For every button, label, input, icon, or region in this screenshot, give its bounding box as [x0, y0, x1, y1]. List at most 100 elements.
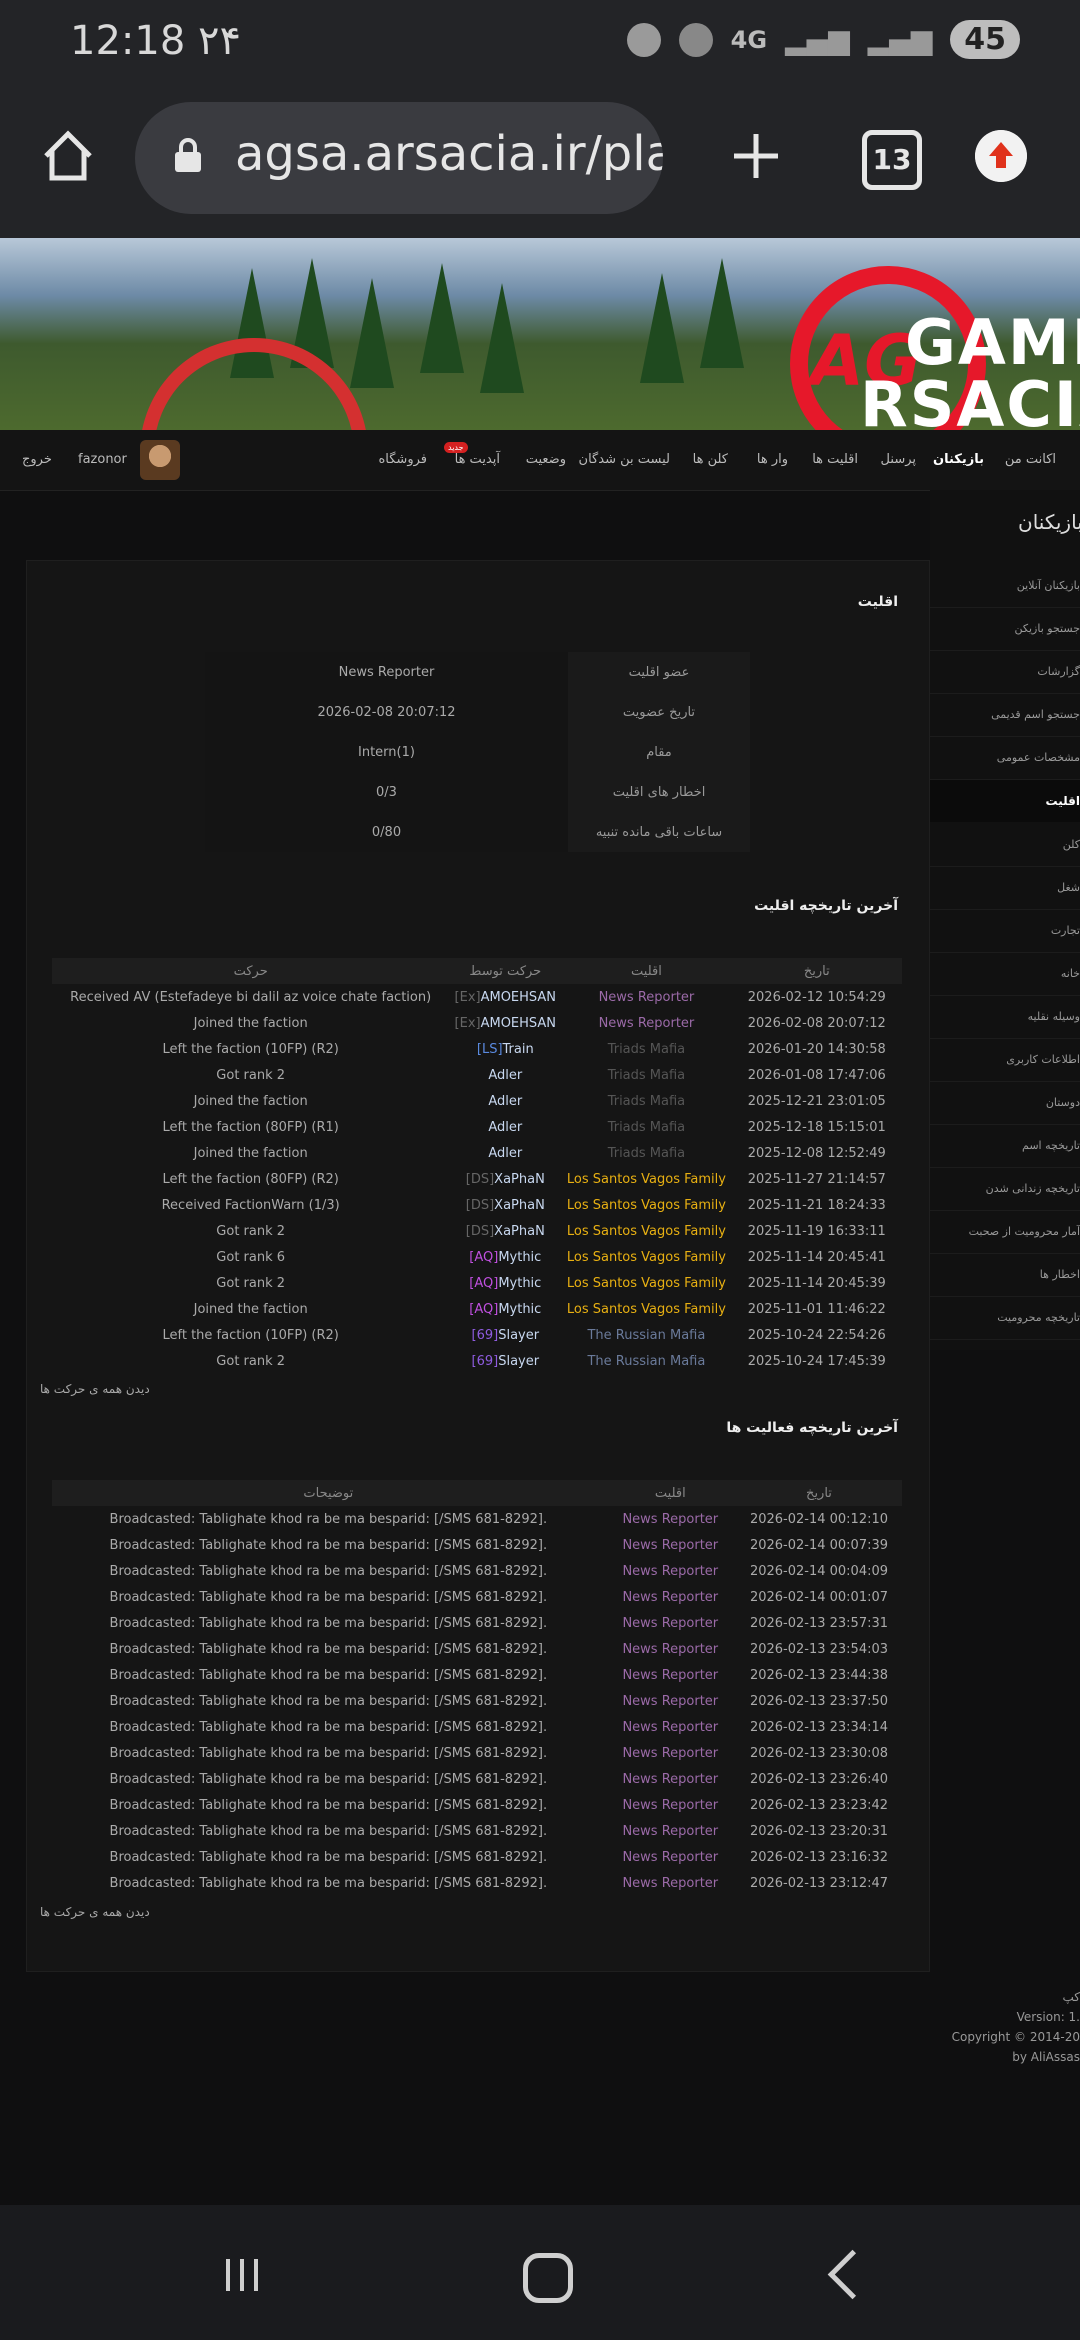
- history-by-name[interactable]: AMOEHSAN: [481, 1016, 556, 1031]
- history-by-name[interactable]: XaPhaN: [494, 1224, 545, 1239]
- address-bar[interactable]: agsa.arsacia.ir/playe: [135, 102, 663, 214]
- history-faction[interactable]: Los Santos Vagos Family: [561, 1166, 731, 1192]
- history-by-name[interactable]: Mythic: [498, 1276, 541, 1291]
- activity-faction[interactable]: News Reporter: [605, 1870, 736, 1896]
- history-faction[interactable]: The Russian Mafia: [561, 1322, 731, 1348]
- history-faction[interactable]: Triads Mafia: [561, 1088, 731, 1114]
- nav-logout[interactable]: خروج: [22, 452, 52, 467]
- nav-updates[interactable]: آپدیت ها: [455, 452, 500, 467]
- history-by-name[interactable]: XaPhaN: [494, 1172, 545, 1187]
- history-date: 2025-11-14 20:45:39: [747, 1275, 886, 1291]
- history-by-name[interactable]: Mythic: [498, 1250, 541, 1265]
- history-by-name[interactable]: Train: [503, 1042, 534, 1057]
- nav-wars[interactable]: وار ها: [757, 452, 788, 467]
- activity-faction[interactable]: News Reporter: [605, 1740, 736, 1766]
- history-faction[interactable]: News Reporter: [561, 984, 731, 1010]
- history-faction[interactable]: Triads Mafia: [561, 1140, 731, 1166]
- sidebar-item-business[interactable]: تجارت: [930, 910, 1080, 953]
- activity-faction[interactable]: News Reporter: [605, 1714, 736, 1740]
- recent-apps-icon[interactable]: [222, 2255, 262, 2295]
- history-by-name[interactable]: Slayer: [498, 1328, 539, 1343]
- sidebar-item-vehicle[interactable]: وسیله نقلیه: [930, 996, 1080, 1039]
- history-faction[interactable]: Los Santos Vagos Family: [561, 1296, 731, 1322]
- back-icon[interactable]: [827, 2249, 878, 2300]
- history-faction[interactable]: Los Santos Vagos Family: [561, 1218, 731, 1244]
- sidebar-item-faction[interactable]: اقلیت: [930, 780, 1080, 822]
- sidebar-item-ban-history[interactable]: تاریخچه محرومیت: [930, 1297, 1080, 1340]
- sidebar-item-warnings[interactable]: اخطار ها: [930, 1254, 1080, 1297]
- activity-desc: Broadcasted: Tablighate khod ra be ma be…: [109, 1719, 548, 1735]
- sidebar-item-job[interactable]: شغل: [930, 867, 1080, 910]
- history-by-name[interactable]: AMOEHSAN: [481, 990, 556, 1005]
- home-icon[interactable]: [40, 128, 96, 184]
- new-tab-icon[interactable]: [728, 128, 784, 184]
- activity-row: Broadcasted: Tablighate khod ra be ma be…: [52, 1740, 902, 1766]
- activity-faction[interactable]: News Reporter: [605, 1662, 736, 1688]
- history-by-name[interactable]: XaPhaN: [494, 1198, 545, 1213]
- sidebar-item-online-players[interactable]: بازیکنان آنلاین: [930, 565, 1080, 608]
- info-row: Intern(1) مقام: [205, 732, 750, 772]
- nav-clans[interactable]: کلن ها: [693, 452, 728, 467]
- activity-row: Broadcasted: Tablighate khod ra be ma be…: [52, 1610, 902, 1636]
- system-nav-bar: [0, 2205, 1080, 2340]
- nav-ban-list[interactable]: لیست بن شدگان: [579, 452, 670, 467]
- sidebar-item-user-info[interactable]: اطلاعات کاربری: [930, 1039, 1080, 1082]
- history-faction[interactable]: Los Santos Vagos Family: [561, 1244, 731, 1270]
- sidebar-item-general-info[interactable]: مشخصات عمومی: [930, 737, 1080, 780]
- nav-shop[interactable]: فروشگاه: [378, 452, 427, 467]
- nav-players[interactable]: بازیکنان: [933, 452, 984, 467]
- history-by-name[interactable]: Adler: [488, 1094, 522, 1109]
- footer-copyright: Copyright © 2014-20: [951, 2030, 1080, 2044]
- history-faction[interactable]: Los Santos Vagos Family: [561, 1270, 731, 1296]
- history-faction[interactable]: Triads Mafia: [561, 1062, 731, 1088]
- sidebar-item-clan[interactable]: کلن: [930, 824, 1080, 867]
- activity-view-all-link[interactable]: دیدن همه ی حرکت ها: [40, 1905, 150, 1919]
- sidebar-item-house[interactable]: خانه: [930, 953, 1080, 996]
- history-faction[interactable]: The Russian Mafia: [561, 1348, 731, 1374]
- lock-icon: [175, 138, 201, 172]
- history-faction[interactable]: Los Santos Vagos Family: [561, 1192, 731, 1218]
- history-view-all-link[interactable]: دیدن همه ی حرکت ها: [40, 1382, 150, 1396]
- activity-faction[interactable]: News Reporter: [605, 1818, 736, 1844]
- activity-faction[interactable]: News Reporter: [605, 1766, 736, 1792]
- nav-factions[interactable]: اقلیت ها: [812, 452, 858, 467]
- activity-faction[interactable]: News Reporter: [605, 1558, 736, 1584]
- activity-faction[interactable]: News Reporter: [605, 1636, 736, 1662]
- nav-username[interactable]: fazonor: [78, 452, 127, 467]
- nav-my-account[interactable]: اکانت من: [1005, 452, 1056, 467]
- upload-icon[interactable]: [975, 130, 1027, 182]
- sidebar-item-old-name-search[interactable]: جستجو اسم قدیمی: [930, 694, 1080, 737]
- activity-section-title: آخرین تاریخچه فعالیت ها: [726, 1420, 898, 1436]
- history-by: [DS]XaPhaN: [449, 1192, 561, 1218]
- activity-faction[interactable]: News Reporter: [605, 1610, 736, 1636]
- activity-faction[interactable]: News Reporter: [605, 1688, 736, 1714]
- history-faction[interactable]: Triads Mafia: [561, 1036, 731, 1062]
- sidebar-item-reports[interactable]: گزارشات: [930, 651, 1080, 694]
- history-by: [Ex]AMOEHSAN: [449, 1010, 561, 1036]
- sidebar-item-friends[interactable]: دوستان: [930, 1082, 1080, 1125]
- sidebar-item-jail-history[interactable]: تاریخچه زندانی شدن: [930, 1168, 1080, 1211]
- activity-faction[interactable]: News Reporter: [605, 1584, 736, 1610]
- nav-status[interactable]: وضعیت: [526, 452, 566, 467]
- history-by-name[interactable]: Adler: [488, 1120, 522, 1135]
- activity-faction[interactable]: News Reporter: [605, 1506, 736, 1532]
- signal-icon: ▂▄▆: [785, 23, 850, 56]
- history-faction[interactable]: News Reporter: [561, 1010, 731, 1036]
- history-faction[interactable]: Triads Mafia: [561, 1114, 731, 1140]
- sidebar-item-name-history[interactable]: تاریخچه اسم: [930, 1125, 1080, 1168]
- history-action: Joined the faction: [193, 1015, 308, 1031]
- history-by-name[interactable]: Adler: [488, 1068, 522, 1083]
- activity-faction[interactable]: News Reporter: [605, 1532, 736, 1558]
- sidebar-item-mute-stats[interactable]: آمار محرومیت از صحبت: [930, 1211, 1080, 1254]
- history-date: 2025-12-08 12:52:49: [747, 1145, 886, 1161]
- tab-switcher-button[interactable]: 13: [862, 130, 922, 190]
- nav-staff[interactable]: پرسنل: [881, 452, 916, 467]
- activity-faction[interactable]: News Reporter: [605, 1792, 736, 1818]
- history-by-name[interactable]: Adler: [488, 1146, 522, 1161]
- avatar[interactable]: [140, 440, 180, 480]
- home-nav-icon[interactable]: [523, 2253, 573, 2303]
- history-by-name[interactable]: Mythic: [498, 1302, 541, 1317]
- history-by-name[interactable]: Slayer: [498, 1354, 539, 1369]
- activity-faction[interactable]: News Reporter: [605, 1844, 736, 1870]
- sidebar-item-search-player[interactable]: جستجو بازیکن: [930, 608, 1080, 651]
